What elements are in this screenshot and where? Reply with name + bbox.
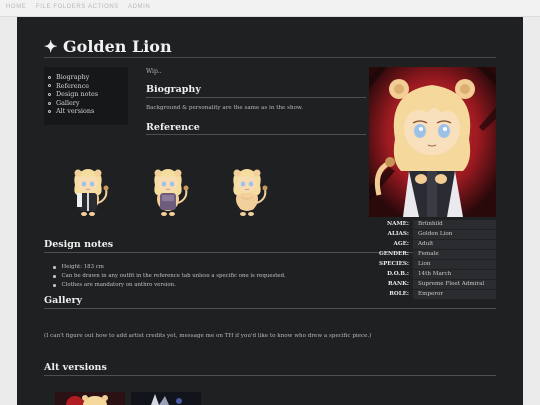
info-value: Female [413, 249, 496, 259]
table-row: AGE: Adult [369, 239, 496, 249]
chibi-anthro-version [232, 168, 269, 217]
table-row: D.O.B.: 14th March [369, 269, 496, 279]
design-notes-heading: Design notes [44, 239, 114, 250]
character-info-table: NAME: Brünhild ALIAS: Golden Lion AGE: Adul… [369, 219, 496, 299]
circle-bullet-icon [48, 110, 51, 114]
design-notes-list: Height: 183 cm Can be drawn in any outfi… [53, 263, 286, 290]
gallery-heading: Gallery [44, 295, 83, 306]
alt-versions-divider [44, 375, 496, 376]
info-key: GENDER: [379, 251, 409, 257]
table-row: GENDER: Female [369, 249, 496, 259]
nav-home-link[interactable]: HOME [6, 4, 26, 10]
toc-link-label[interactable]: Gallery [56, 99, 79, 108]
toc-item-alt-versions[interactable]: Alt versions [48, 107, 128, 116]
info-key: D.O.B.: [387, 271, 409, 277]
chibi-uniform-outfit [73, 168, 110, 217]
top-navigation-bar: HOME FILE FOLDERS ACTIONS ADMIN [0, 0, 540, 17]
circle-bullet-icon [48, 92, 51, 96]
reference-artwork[interactable] [55, 157, 285, 223]
character-infobox: NAME: Brünhild ALIAS: Golden Lion AGE: Adul… [369, 67, 496, 303]
biography-heading: Biography [146, 84, 201, 95]
toc-item-gallery[interactable]: Gallery [48, 99, 128, 108]
circle-bullet-icon [48, 84, 51, 88]
character-portrait[interactable] [369, 67, 496, 217]
page-title-text: Golden Lion [62, 37, 172, 56]
info-value: Lion [413, 259, 496, 269]
info-key: AGE: [393, 241, 409, 247]
page-title: ✦ Golden Lion [44, 37, 172, 56]
info-value: Golden Lion [413, 229, 496, 239]
bullet-icon [53, 275, 56, 278]
info-value: Adult [413, 239, 496, 249]
bullet-icon [53, 266, 56, 269]
info-value: Emperor [413, 289, 496, 299]
toc-link-label[interactable]: Alt versions [56, 107, 94, 116]
chibi-casual-outfit [153, 168, 190, 217]
toc-link-label[interactable]: Reference [56, 82, 89, 91]
table-row: SPECIES: Lion [369, 259, 496, 269]
info-key: SPECIES: [379, 261, 409, 267]
table-of-contents: Biography Reference Design notes Gallery… [44, 67, 128, 125]
gallery-note: (I can't figure out how to add artist cr… [44, 333, 372, 339]
table-row: RANK: Supreme Fleet Admiral [369, 279, 496, 289]
table-row: ALIAS: Golden Lion [369, 229, 496, 239]
table-row: NAME: Brünhild [369, 219, 496, 229]
nav-actions-link[interactable]: ACTIONS [88, 4, 119, 10]
toc-link-label[interactable]: Design notes [56, 90, 98, 99]
nav-file-folders-link[interactable]: FILE FOLDERS [36, 4, 86, 10]
alt-versions-heading: Alt versions [44, 362, 107, 373]
biography-divider [146, 97, 366, 98]
list-item: Clothes are mandatory on anthro version. [53, 281, 286, 290]
info-key: NAME: [387, 221, 409, 227]
gallery-divider [44, 308, 496, 309]
reference-heading: Reference [146, 122, 200, 133]
toc-link-label[interactable]: Biography [56, 73, 89, 82]
wip-note: Wip.. [146, 68, 162, 75]
design-note-text: Height: 183 cm [61, 264, 104, 270]
profile-page: ✦ Golden Lion Biography Reference Design… [17, 17, 523, 405]
info-value: Brünhild [413, 219, 496, 229]
info-value: Supreme Fleet Admiral [413, 279, 496, 289]
title-divider [44, 57, 496, 58]
sparkle-icon: ✦ [44, 37, 58, 56]
alt-versions-thumbnails[interactable] [55, 392, 215, 405]
toc-item-reference[interactable]: Reference [48, 82, 128, 91]
info-value: 14th March [413, 269, 496, 279]
circle-bullet-icon [48, 75, 51, 79]
bullet-icon [53, 284, 56, 287]
design-note-text: Can be drawn in any outfit in the refere… [61, 273, 286, 279]
circle-bullet-icon [48, 101, 51, 105]
toc-item-design-notes[interactable]: Design notes [48, 90, 128, 99]
info-key: RANK: [387, 281, 409, 287]
design-note-text: Clothes are mandatory on anthro version. [61, 282, 176, 288]
toc-item-biography[interactable]: Biography [48, 73, 128, 82]
reference-divider [146, 134, 366, 135]
info-key: ROLE: [389, 291, 409, 297]
list-item: Can be drawn in any outfit in the refere… [53, 272, 286, 281]
nav-admin-link[interactable]: ADMIN [128, 4, 150, 10]
biography-text: Background & personality are the same as… [146, 105, 303, 111]
info-key: ALIAS: [387, 231, 409, 237]
list-item: Height: 183 cm [53, 263, 286, 272]
table-row: ROLE: Emperor [369, 289, 496, 299]
